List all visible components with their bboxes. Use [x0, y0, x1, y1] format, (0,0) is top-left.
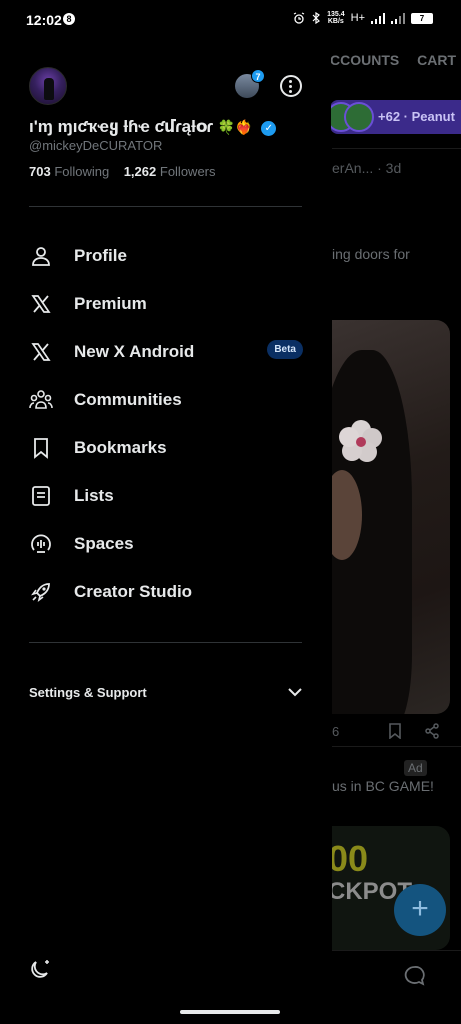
- share-icon[interactable]: [424, 723, 440, 739]
- ad-image-text: 00: [332, 838, 369, 879]
- home-indicator[interactable]: [180, 1010, 280, 1014]
- tab-cart[interactable]: CART: [417, 52, 456, 68]
- alarm-icon: [293, 12, 305, 24]
- spaces-icon: [29, 532, 53, 556]
- tab-accounts[interactable]: CCOUNTS: [330, 52, 399, 68]
- net-speed-value: 135.4: [327, 11, 345, 18]
- menu-item-label: Spaces: [74, 534, 134, 553]
- following-link[interactable]: 703 Following: [29, 164, 109, 179]
- ad-text: us in BC GAME!: [332, 778, 434, 794]
- display-name-text: ı'ɱ ɱıƈҡҽყ ƚɦҽ ƈմɾąƚօɾ: [29, 117, 214, 136]
- beta-badge: Beta: [267, 340, 303, 359]
- signal-icon: [371, 12, 385, 24]
- menu-item-creator-studio[interactable]: Creator Studio: [29, 568, 303, 616]
- feed-divider: [332, 148, 461, 149]
- post-count: 6: [332, 724, 340, 739]
- moon-icon[interactable]: [29, 956, 53, 980]
- menu-item-bookmarks[interactable]: Bookmarks: [29, 424, 303, 472]
- divider: [29, 642, 302, 643]
- avatar[interactable]: [29, 67, 67, 105]
- communities-icon: [29, 388, 53, 412]
- flower-image: [339, 420, 382, 462]
- compose-button[interactable]: +: [394, 884, 446, 936]
- status-icons: 135.4 KB/s H+ 7: [293, 11, 433, 25]
- net-speed: 135.4 KB/s: [327, 11, 345, 25]
- bluetooth-icon: [312, 12, 321, 24]
- menu-item-communities[interactable]: Communities: [29, 376, 303, 424]
- menu-item-new-x-android[interactable]: New X Android Beta: [29, 328, 303, 376]
- x-logo-icon: [29, 292, 53, 316]
- user-handle: @mickeyDeCURATOR: [29, 138, 163, 153]
- navigation-drawer: 7 ı'ɱ ɱıƈҡҽყ ƚɦҽ ƈմɾąƚօɾ 🍀❤️‍🔥 ✓ @mickey…: [0, 0, 331, 1024]
- bookmark-icon: [29, 436, 53, 460]
- menu-item-premium[interactable]: Premium: [29, 280, 303, 328]
- following-count: 703: [29, 164, 51, 179]
- status-time: 12:02: [26, 12, 62, 28]
- feed-divider: [332, 746, 461, 747]
- community-pill-text: +62 · Peanut: [378, 109, 455, 124]
- follow-stats: 703 Following 1,262 Followers: [29, 164, 216, 179]
- drawer-menu: Profile Premium New X Android Beta Commu…: [29, 232, 303, 616]
- bookmark-icon[interactable]: [388, 723, 402, 739]
- post-text: ing doors for: [332, 246, 410, 262]
- post-actions: 6: [332, 722, 461, 742]
- menu-item-label: Bookmarks: [74, 438, 167, 457]
- list-icon: [29, 484, 53, 508]
- ad-badge: Ad: [404, 760, 427, 776]
- post-meta: erAn... · 3d: [332, 160, 402, 176]
- menu-item-spaces[interactable]: Spaces: [29, 520, 303, 568]
- status-bar: 12:02 8 135.4 KB/s H+ 7: [0, 0, 461, 40]
- account-switcher-button[interactable]: 7: [235, 69, 265, 98]
- rocket-icon: [29, 580, 53, 604]
- bottom-nav: [332, 950, 461, 1024]
- person-icon: [29, 244, 53, 268]
- menu-item-label: New X Android: [74, 342, 195, 361]
- display-name[interactable]: ı'ɱ ɱıƈҡҽყ ƚɦҽ ƈմɾąƚօɾ 🍀❤️‍🔥 ✓: [29, 117, 277, 137]
- settings-support-toggle[interactable]: Settings & Support: [29, 680, 303, 704]
- x-logo-icon: [29, 340, 53, 364]
- menu-item-lists[interactable]: Lists: [29, 472, 303, 520]
- feed-tabs: CCOUNTS CART: [330, 52, 461, 74]
- community-pill[interactable]: +62 · Peanut: [326, 100, 461, 134]
- menu-item-label: Creator Studio: [74, 582, 193, 601]
- signal-icon: [391, 12, 405, 24]
- menu-item-label: Lists: [74, 486, 114, 505]
- settings-support-label: Settings & Support: [29, 684, 147, 700]
- notification-count: 8: [63, 13, 75, 25]
- post-image[interactable]: [332, 320, 450, 714]
- following-label: Following: [54, 164, 110, 179]
- battery-icon: 7: [411, 12, 433, 24]
- chevron-down-icon: [288, 688, 302, 697]
- community-avatar: [344, 102, 374, 132]
- avatar-image: [44, 78, 54, 100]
- menu-item-profile[interactable]: Profile: [29, 232, 303, 280]
- verified-badge-icon: ✓: [261, 121, 277, 136]
- net-speed-unit: KB/s: [327, 18, 344, 25]
- display-name-emoji: 🍀❤️‍🔥: [217, 119, 253, 135]
- account-badge: 7: [251, 69, 265, 83]
- menu-item-label: Communities: [74, 390, 182, 409]
- followers-link[interactable]: 1,262 Followers: [124, 164, 216, 179]
- menu-item-label: Profile: [74, 246, 127, 265]
- messages-icon[interactable]: [404, 965, 426, 987]
- followers-count: 1,262: [123, 164, 157, 179]
- followers-label: Followers: [159, 164, 216, 179]
- menu-item-label: Premium: [74, 294, 147, 313]
- network-type: H+: [350, 12, 365, 24]
- more-options-icon[interactable]: [280, 75, 302, 97]
- divider: [29, 206, 302, 207]
